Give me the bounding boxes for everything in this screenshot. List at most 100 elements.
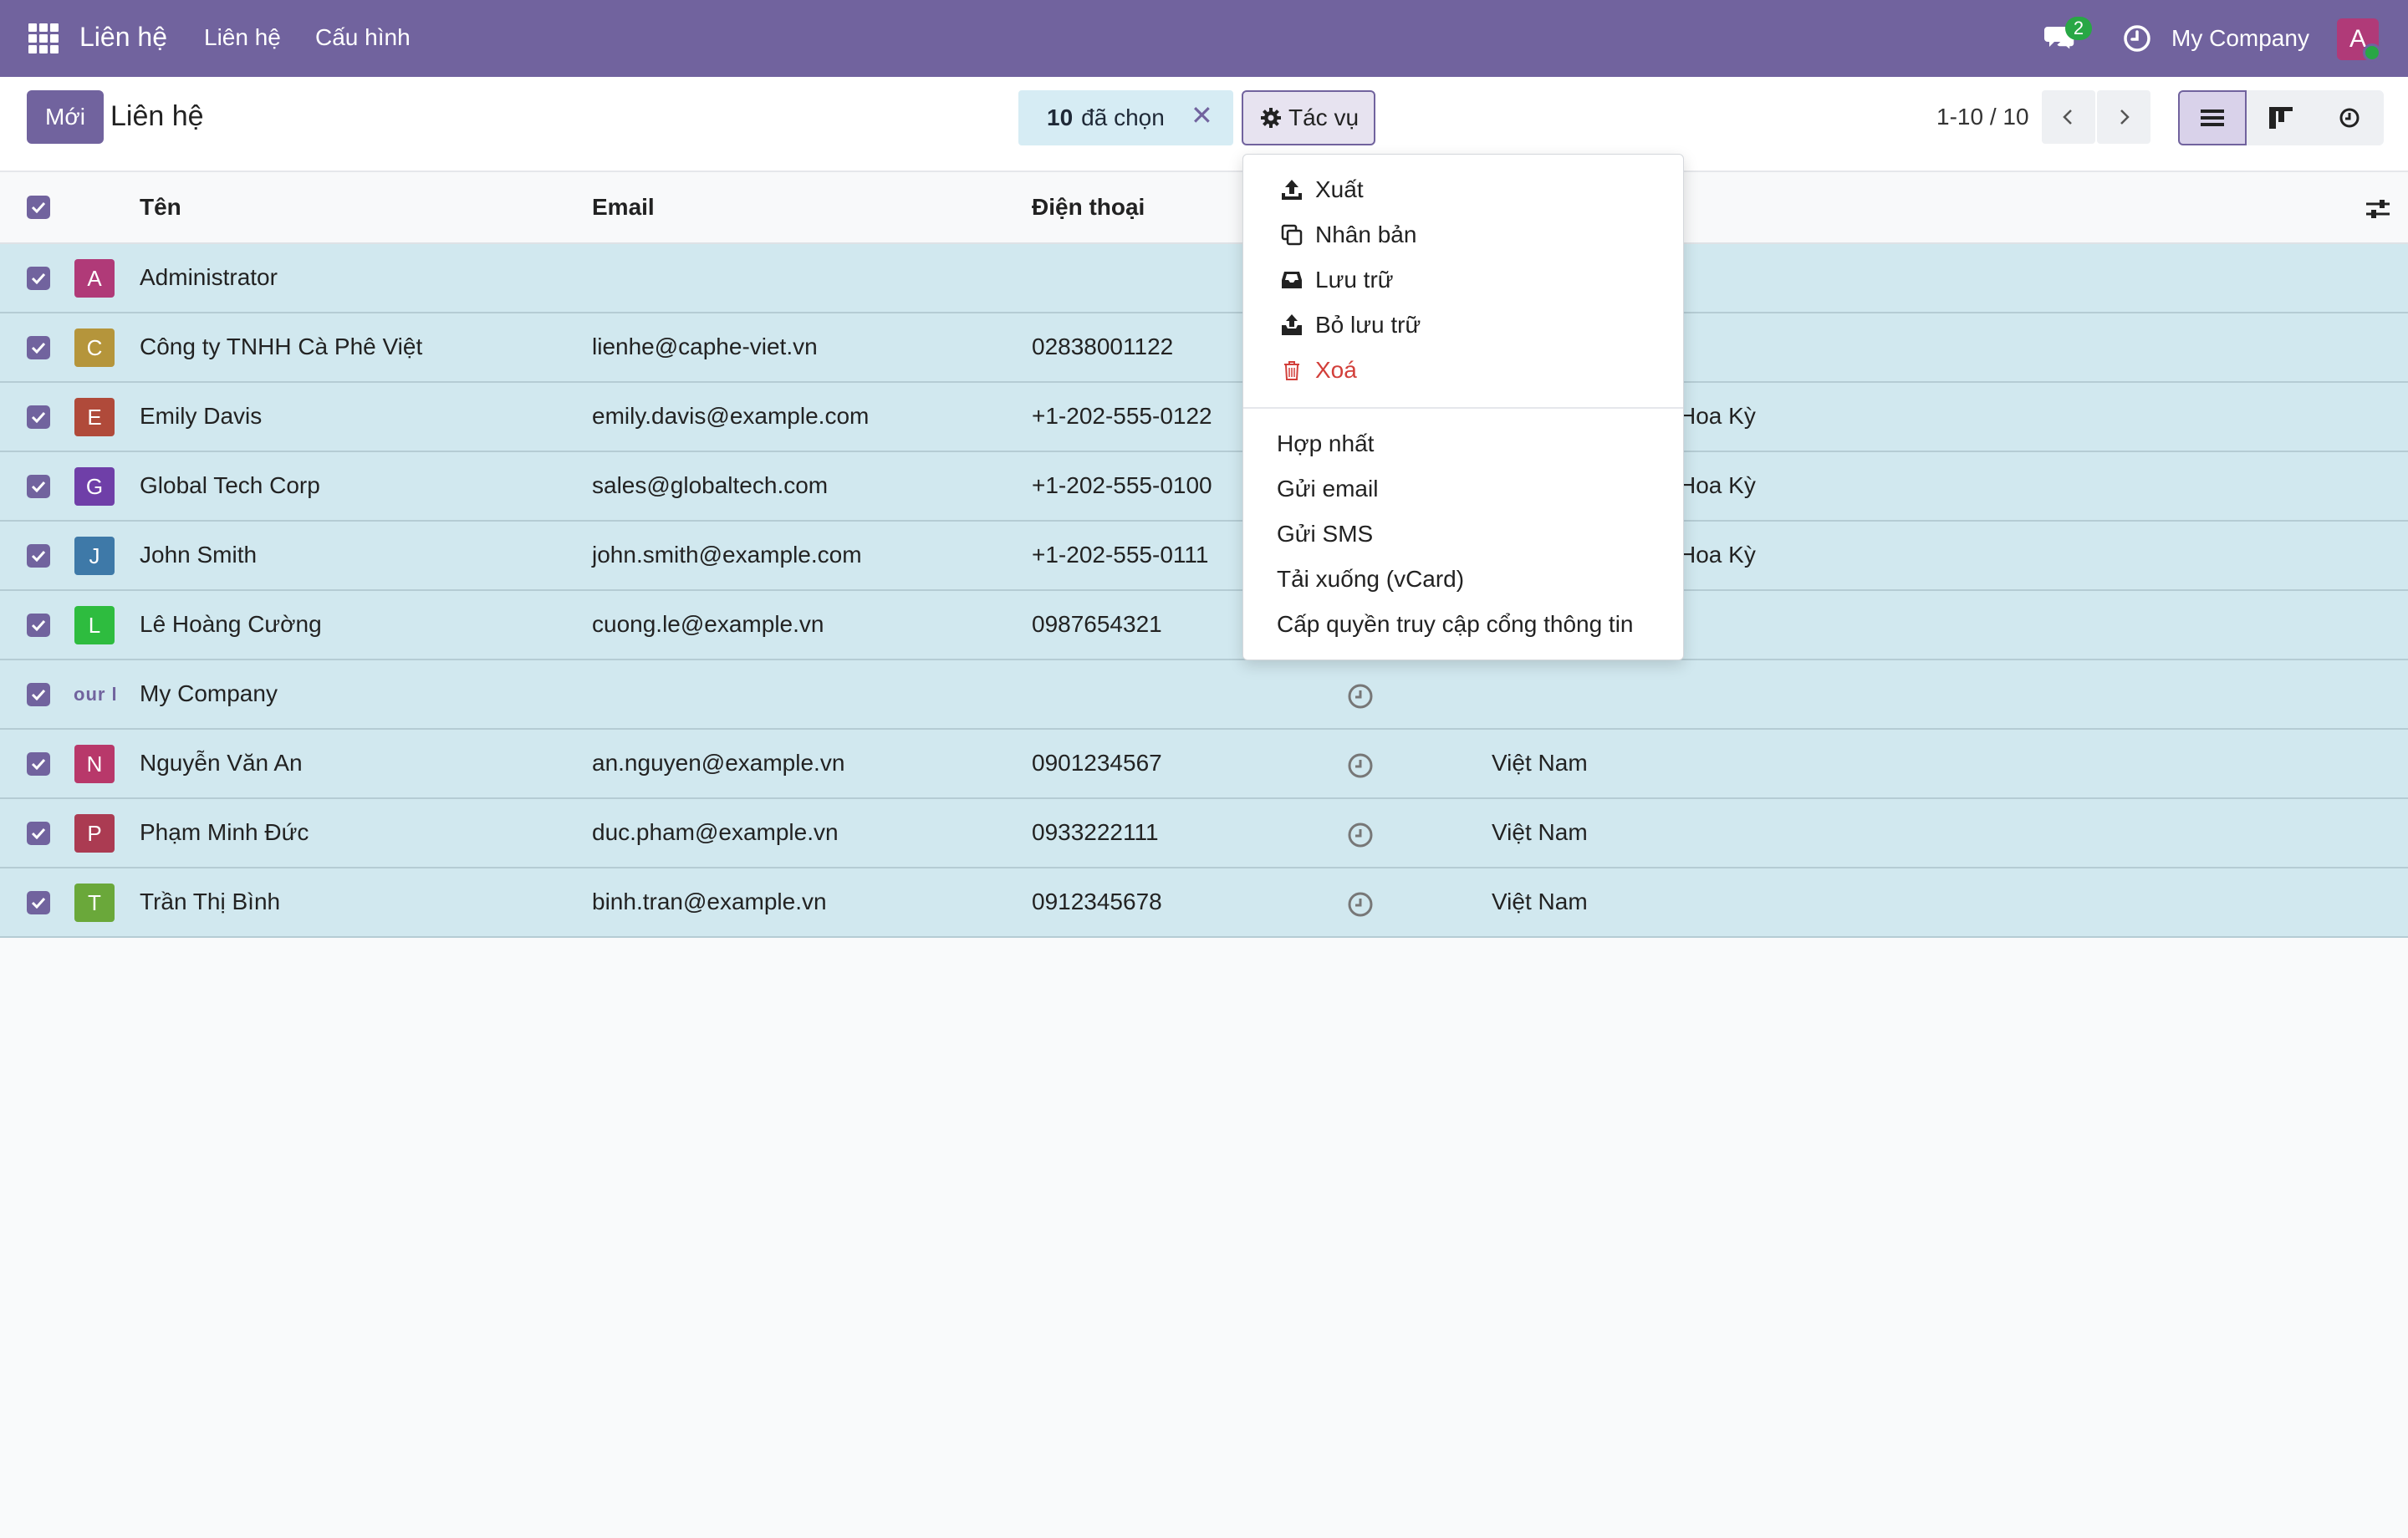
menu-contacts[interactable]: Liên hệ bbox=[204, 24, 281, 51]
cell-email[interactable]: john.smith@example.com bbox=[592, 542, 862, 568]
menu-item-grant-portal-access[interactable]: Cấp quyền truy cập cổng thông tin bbox=[1277, 611, 1634, 638]
menu-item-delete[interactable]: Xoá bbox=[1280, 357, 1357, 384]
column-header-name[interactable]: Tên bbox=[140, 194, 181, 221]
check-icon bbox=[31, 897, 46, 909]
column-header-email[interactable]: Email bbox=[592, 194, 655, 221]
cell-phone[interactable]: 0901234567 bbox=[1032, 750, 1162, 777]
table-row[interactable]: our l My Company bbox=[0, 660, 2408, 730]
row-checkbox[interactable] bbox=[27, 544, 50, 568]
page-title: Liên hệ bbox=[110, 100, 204, 132]
pager-previous-button[interactable] bbox=[2042, 90, 2095, 144]
table-row[interactable]: T Trần Thị Bình binh.tran@example.vn 091… bbox=[0, 868, 2408, 938]
table-row[interactable]: P Phạm Minh Đức duc.pham@example.vn 0933… bbox=[0, 799, 2408, 868]
row-checkbox[interactable] bbox=[27, 614, 50, 637]
cell-country[interactable]: Hoa Kỳ bbox=[1679, 403, 1756, 430]
activity-clock-icon[interactable] bbox=[2122, 23, 2152, 53]
cell-phone[interactable]: 02838001122 bbox=[1032, 334, 1173, 360]
table-row[interactable]: C Công ty TNHH Cà Phê Việt lienhe@caphe-… bbox=[0, 313, 2408, 383]
table-row[interactable]: A Administrator bbox=[0, 244, 2408, 313]
cell-name[interactable]: Trần Thị Bình bbox=[140, 889, 280, 915]
menu-item-archive[interactable]: Lưu trữ bbox=[1280, 267, 1394, 293]
contact-avatar: A bbox=[74, 259, 115, 298]
row-checkbox[interactable] bbox=[27, 683, 50, 706]
kanban-view-button[interactable] bbox=[2247, 90, 2315, 145]
cell-name[interactable]: Lê Hoàng Cường bbox=[140, 611, 322, 638]
cell-email[interactable]: duc.pham@example.vn bbox=[592, 819, 839, 846]
menu-item-download-vcard[interactable]: Tải xuống (vCard) bbox=[1277, 566, 1464, 593]
cell-phone[interactable]: +1-202-555-0111 bbox=[1032, 542, 1208, 568]
upload-icon bbox=[1282, 180, 1302, 200]
pager-value[interactable]: 1-10 / 10 bbox=[1936, 104, 2029, 130]
menu-item-unarchive[interactable]: Bỏ lưu trữ bbox=[1280, 312, 1421, 339]
column-header-phone[interactable]: Điện thoại bbox=[1032, 194, 1145, 221]
menu-item-duplicate[interactable]: Nhân bản bbox=[1280, 222, 1416, 248]
app-brand[interactable]: Liên hệ bbox=[79, 22, 167, 53]
cell-country[interactable]: Hoa Kỳ bbox=[1679, 472, 1756, 499]
table-row[interactable]: L Lê Hoàng Cường cuong.le@example.vn 098… bbox=[0, 591, 2408, 660]
row-checkbox[interactable] bbox=[27, 475, 50, 498]
cell-name[interactable]: Emily Davis bbox=[140, 403, 262, 430]
new-button[interactable]: Mới bbox=[27, 90, 104, 144]
company-switcher[interactable]: My Company bbox=[2171, 25, 2309, 52]
cell-phone[interactable]: +1-202-555-0100 bbox=[1032, 472, 1212, 499]
menu-item-send-sms[interactable]: Gửi SMS bbox=[1277, 521, 1373, 547]
cell-name[interactable]: Công ty TNHH Cà Phê Việt bbox=[140, 334, 422, 360]
pager-next-button[interactable] bbox=[2097, 90, 2150, 144]
menu-item-merge[interactable]: Hợp nhất bbox=[1277, 430, 1374, 457]
cell-name[interactable]: Nguyễn Văn An bbox=[140, 750, 303, 777]
cell-country[interactable]: Hoa Kỳ bbox=[1679, 542, 1756, 568]
apps-grid-icon[interactable] bbox=[28, 23, 59, 53]
menu-configuration[interactable]: Cấu hình bbox=[315, 24, 411, 51]
clear-selection-icon[interactable]: ✕ bbox=[1191, 102, 1213, 129]
cell-country[interactable]: Việt Nam bbox=[1492, 750, 1588, 777]
cell-phone[interactable]: 0912345678 bbox=[1032, 889, 1162, 915]
row-checkbox[interactable] bbox=[27, 752, 50, 776]
table-row[interactable]: G Global Tech Corp sales@globaltech.com … bbox=[0, 452, 2408, 522]
cell-phone[interactable]: +1-202-555-0122 bbox=[1032, 403, 1212, 430]
cell-name[interactable]: My Company bbox=[140, 680, 278, 707]
cell-name[interactable]: Administrator bbox=[140, 264, 278, 291]
activity-clock-icon[interactable] bbox=[1346, 821, 1375, 849]
list-view-button[interactable] bbox=[2178, 90, 2247, 145]
activity-clock-icon[interactable] bbox=[1346, 682, 1375, 710]
table-row[interactable]: E Emily Davis emily.davis@example.com +1… bbox=[0, 383, 2408, 452]
cell-email[interactable]: emily.davis@example.com bbox=[592, 403, 869, 430]
select-all-checkbox[interactable] bbox=[27, 196, 50, 219]
row-checkbox[interactable] bbox=[27, 336, 50, 359]
cell-country[interactable]: Việt Nam bbox=[1492, 889, 1588, 915]
check-icon bbox=[31, 411, 46, 423]
cell-phone[interactable]: 0987654321 bbox=[1032, 611, 1162, 638]
cell-phone[interactable]: 0933222111 bbox=[1032, 819, 1159, 846]
chat-count-badge: 2 bbox=[2065, 17, 2092, 40]
actions-button[interactable]: Tác vụ bbox=[1242, 90, 1375, 145]
menu-item-label: Nhân bản bbox=[1315, 222, 1417, 247]
cell-email[interactable]: an.nguyen@example.vn bbox=[592, 750, 844, 777]
cell-name[interactable]: Phạm Minh Đức bbox=[140, 819, 309, 846]
check-icon bbox=[31, 828, 46, 839]
cell-country[interactable]: Việt Nam bbox=[1492, 819, 1588, 846]
cell-email[interactable]: lienhe@caphe-viet.vn bbox=[592, 334, 818, 360]
cell-email[interactable]: cuong.le@example.vn bbox=[592, 611, 824, 638]
menu-item-label: Lưu trữ bbox=[1315, 267, 1394, 293]
cell-email[interactable]: sales@globaltech.com bbox=[592, 472, 828, 499]
menu-item-send-email[interactable]: Gửi email bbox=[1277, 476, 1378, 502]
activity-clock-icon[interactable] bbox=[1346, 890, 1375, 919]
row-checkbox[interactable] bbox=[27, 822, 50, 845]
row-checkbox[interactable] bbox=[27, 405, 50, 429]
row-checkbox[interactable] bbox=[27, 891, 50, 914]
menu-item-export[interactable]: Xuất bbox=[1280, 176, 1364, 203]
row-checkbox[interactable] bbox=[27, 267, 50, 290]
menu-item-label: Xuất bbox=[1315, 176, 1364, 202]
contacts-table: Tên Email Điện thoại A Administrator C C… bbox=[0, 172, 2408, 938]
cell-name[interactable]: John Smith bbox=[140, 542, 257, 568]
column-settings-icon[interactable] bbox=[2365, 196, 2391, 222]
chevron-right-icon bbox=[2120, 109, 2130, 125]
check-icon bbox=[31, 550, 46, 562]
activity-view-button[interactable] bbox=[2315, 90, 2384, 145]
cell-name[interactable]: Global Tech Corp bbox=[140, 472, 320, 499]
cell-email[interactable]: binh.tran@example.vn bbox=[592, 889, 827, 915]
list-view-icon bbox=[2201, 109, 2224, 126]
table-row[interactable]: N Nguyễn Văn An an.nguyen@example.vn 090… bbox=[0, 730, 2408, 799]
table-row[interactable]: J John Smith john.smith@example.com +1-2… bbox=[0, 522, 2408, 591]
activity-clock-icon[interactable] bbox=[1346, 751, 1375, 780]
